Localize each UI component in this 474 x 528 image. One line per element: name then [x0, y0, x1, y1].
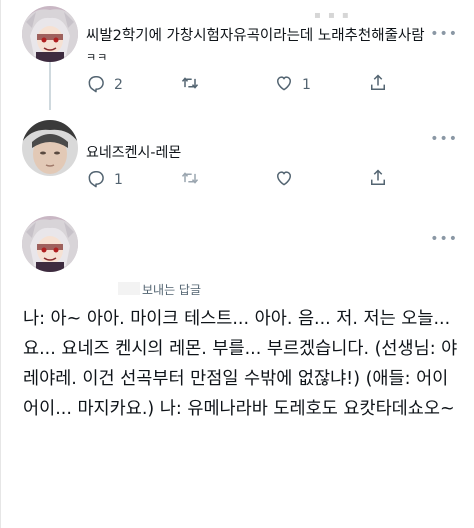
avatar-person-photo[interactable]	[22, 120, 78, 176]
reply-count: 1	[114, 172, 123, 188]
like-button[interactable]	[274, 168, 294, 192]
reply-icon	[86, 168, 106, 192]
heart-icon	[274, 168, 294, 192]
reply-count: 2	[114, 77, 123, 93]
more-options-icon[interactable]: •••	[430, 27, 458, 41]
like-count: 1	[302, 77, 311, 93]
tweet-1[interactable]: ▪ ▪ ▪ 씨발2학기에 가창시험자유곡이라는데 노래추천해줄사람 ㅋㅋ •••…	[0, 0, 474, 110]
redacted-mark: ▪ ▪ ▪	[314, 10, 351, 21]
retweet-icon	[180, 168, 200, 192]
share-button[interactable]	[368, 168, 388, 192]
share-button[interactable]	[368, 73, 388, 97]
reply-label: 보내는 답글	[142, 283, 202, 297]
reply-button[interactable]: 2	[86, 73, 123, 97]
reply-text: 나: 아~ 아아. 마이크 테스트... 아아. 음... 저. 저는 오늘..…	[23, 309, 458, 419]
share-icon	[368, 168, 388, 192]
like-button[interactable]: 1	[274, 73, 311, 97]
retweet-button[interactable]	[180, 73, 200, 97]
heart-icon	[274, 73, 294, 97]
reply-icon	[86, 73, 106, 97]
retweet-icon	[180, 73, 200, 97]
more-options-icon[interactable]: •••	[430, 232, 458, 246]
share-icon	[368, 73, 388, 97]
tweet-2[interactable]: 요네즈켄시-레몬 ••• 1	[0, 110, 474, 202]
thread-line	[49, 62, 51, 110]
redacted-username	[118, 282, 140, 295]
retweet-button[interactable]	[180, 168, 200, 192]
avatar-anime-character[interactable]	[22, 216, 78, 272]
reply-button[interactable]: 1	[86, 168, 123, 192]
tweet-actions: 1	[86, 168, 396, 194]
avatar-anime-character[interactable]	[22, 6, 78, 62]
display-name[interactable]: 요네즈켄시-레몬	[86, 142, 181, 162]
tweet-text-line1: 씨발2학기에 가창시험자유곡이라는데 노래추천해줄사람	[86, 28, 425, 44]
tweet-actions: 2 1	[86, 73, 396, 99]
tweet-text-line2: ㅋㅋ	[86, 51, 109, 64]
more-options-icon[interactable]: •••	[430, 132, 458, 146]
